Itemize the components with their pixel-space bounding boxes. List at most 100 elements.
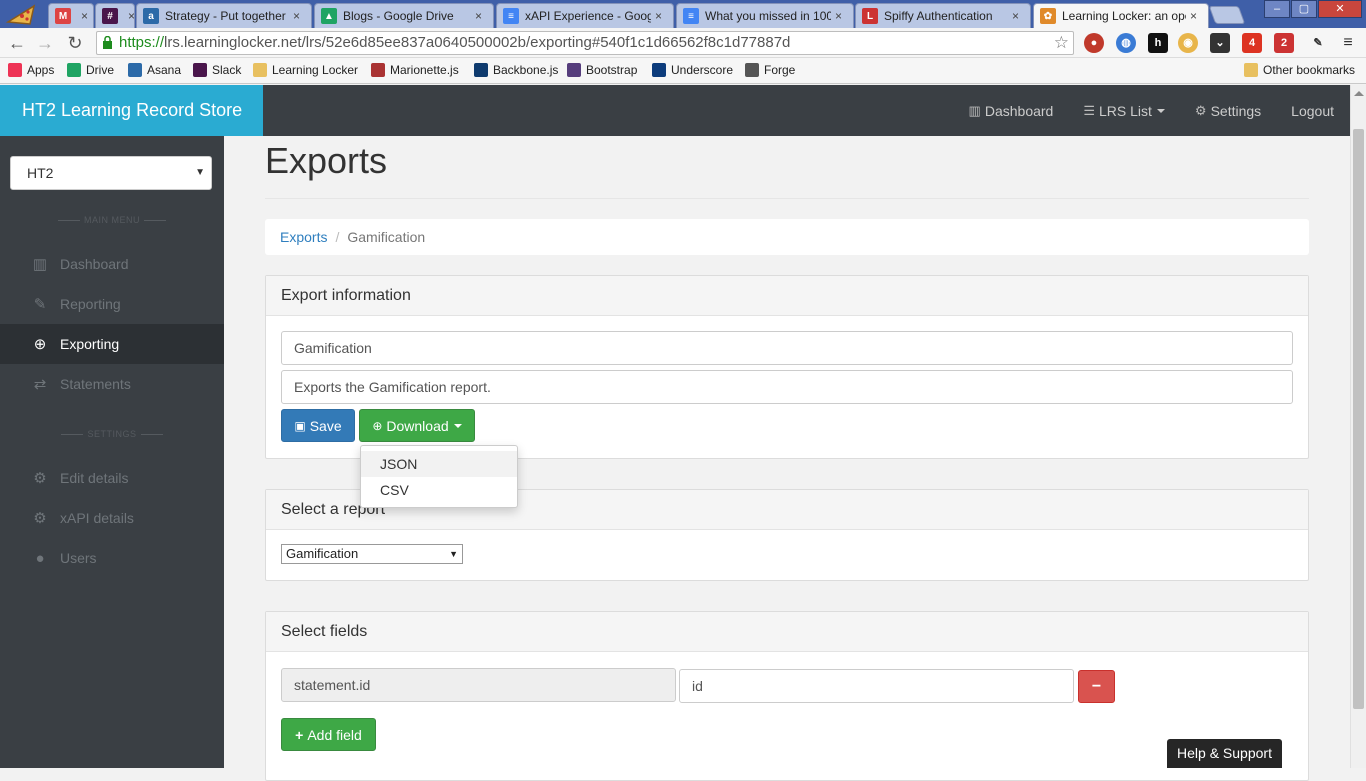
field-key-input[interactable]: statement.id xyxy=(281,668,676,702)
lrs-select[interactable]: HT2 ▼ xyxy=(10,156,212,190)
window-close-button[interactable]: ✕ xyxy=(1318,0,1362,18)
download-json-option[interactable]: JSON xyxy=(361,451,517,477)
bookmark-item[interactable]: Bootstrap xyxy=(567,63,637,77)
export-name-input[interactable]: Gamification xyxy=(281,331,1293,365)
nav-logout[interactable]: Logout xyxy=(1291,103,1334,119)
tab-close-icon[interactable]: × xyxy=(835,9,847,23)
bookmark-favicon-icon xyxy=(567,63,581,77)
tab-close-icon[interactable]: × xyxy=(81,9,93,23)
download-button[interactable]: ⊕ Download xyxy=(359,409,475,442)
bookmark-item[interactable]: Backbone.js xyxy=(474,63,558,77)
scrollbar-thumb[interactable] xyxy=(1353,129,1364,709)
field-alias-input[interactable]: id xyxy=(679,669,1074,703)
help-support-button[interactable]: Help & Support xyxy=(1167,739,1282,768)
pencil-icon: ✎ xyxy=(33,296,47,313)
other-bookmarks[interactable]: Other bookmarks xyxy=(1244,63,1355,77)
sidebar-item-edit-details[interactable]: ⚙ Edit details xyxy=(0,458,224,498)
bookmark-label: Marionette.js xyxy=(390,63,459,77)
bookmark-favicon-icon xyxy=(8,63,22,77)
sidebar-item-statements[interactable]: ⇄ Statements xyxy=(0,364,224,404)
browser-tab[interactable]: L Spiffy Authentication × xyxy=(855,3,1031,28)
browser-tab[interactable]: a Strategy - Put together × xyxy=(136,3,312,28)
bookmark-label: Asana xyxy=(147,63,182,77)
bookmark-item[interactable]: Forge xyxy=(745,63,795,77)
reload-icon[interactable]: ↻ xyxy=(64,32,86,54)
bookmark-item[interactable]: Learning Locker xyxy=(253,63,358,77)
tab-close-icon[interactable]: × xyxy=(128,9,134,23)
app: HT2 Learning Record Store ▥ Dashboard ☰ LR… xyxy=(0,85,1366,781)
bookmark-item[interactable]: Apps xyxy=(8,63,54,77)
new-tab-button[interactable] xyxy=(1208,6,1246,24)
globe-extension-icon[interactable]: ◍ xyxy=(1116,33,1136,53)
tab-close-icon[interactable]: × xyxy=(655,9,667,23)
todo-extension-icon[interactable]: 4 xyxy=(1242,33,1262,53)
sidebar: HT2 ▼ MAIN MENU ▥ Dashboard ✎ Reporting ⊕ E… xyxy=(0,136,224,768)
sidebar-item-xapi-details[interactable]: ⚙ xAPI details xyxy=(0,498,224,538)
minimize-button[interactable]: – xyxy=(1264,0,1290,18)
h-extension-icon[interactable]: h xyxy=(1148,33,1168,53)
download-csv-option[interactable]: CSV xyxy=(361,477,517,503)
browser-tab[interactable]: ≡ xAPI Experience - Googl × xyxy=(496,3,674,28)
browser-tab[interactable]: ≡ What you missed in 100 × xyxy=(676,3,854,28)
bookmark-item[interactable]: Drive xyxy=(67,63,114,77)
window-controls: – ▢ ✕ xyxy=(1263,0,1362,18)
tab-favicon-icon: # xyxy=(102,8,118,24)
brand-link[interactable]: HT2 Learning Record Store xyxy=(0,85,263,136)
save-button[interactable]: ▣ Save xyxy=(281,409,355,442)
scroll-up-icon[interactable] xyxy=(1354,91,1364,96)
nav-dashboard[interactable]: ▥ Dashboard xyxy=(969,103,1054,119)
tab-favicon-icon: ≡ xyxy=(503,8,519,24)
back-icon[interactable]: ← xyxy=(6,32,28,54)
plus-icon: + xyxy=(295,726,304,743)
browser-tab[interactable]: M × xyxy=(48,3,94,28)
report-select[interactable]: Gamification ▼ xyxy=(281,544,463,564)
remove-field-button[interactable]: − xyxy=(1078,670,1115,703)
bookmark-item[interactable]: Marionette.js xyxy=(371,63,459,77)
breadcrumb-separator: / xyxy=(335,229,340,245)
export-description-input[interactable]: Exports the Gamification report. xyxy=(281,370,1293,404)
floppy-icon: ▣ xyxy=(294,418,306,433)
tab-close-icon[interactable]: × xyxy=(1190,9,1202,23)
pizza-logo-icon xyxy=(5,4,36,25)
eyedropper-extension-icon[interactable]: ✎ xyxy=(1308,33,1328,53)
page-scrollbar[interactable] xyxy=(1350,85,1366,768)
address-bar[interactable]: https://lrs.learninglocker.net/lrs/52e6d… xyxy=(96,31,1074,55)
bookmark-favicon-icon xyxy=(745,63,759,77)
bookmark-favicon-icon xyxy=(193,63,207,77)
bookmark-item[interactable]: Slack xyxy=(193,63,241,77)
pocket-extension-icon[interactable]: ⌄ xyxy=(1210,33,1230,53)
puzzle-extension-icon[interactable]: 2 xyxy=(1274,33,1294,53)
sidebar-item-users[interactable]: ● Users xyxy=(0,538,224,578)
tab-close-icon[interactable]: × xyxy=(1012,9,1024,23)
sidebar-item-exporting[interactable]: ⊕ Exporting xyxy=(0,324,224,364)
sidebar-item-reporting[interactable]: ✎ Reporting xyxy=(0,284,224,324)
bookmark-favicon-icon xyxy=(253,63,267,77)
browser-tab[interactable]: ▲ Blogs - Google Drive × xyxy=(314,3,494,28)
nav-lrs-list[interactable]: ☰ LRS List xyxy=(1083,103,1165,119)
sidebar-item-dashboard[interactable]: ▥ Dashboard xyxy=(0,244,224,284)
add-field-button[interactable]: + Add field xyxy=(281,718,376,751)
tab-favicon-icon: L xyxy=(862,8,878,24)
bookmark-label: Slack xyxy=(212,63,242,77)
breadcrumb-exports-link[interactable]: Exports xyxy=(280,229,327,245)
tab-favicon-icon: ≡ xyxy=(683,8,699,24)
breadcrumb-current: Gamification xyxy=(347,229,426,245)
bookmark-item[interactable]: Asana xyxy=(128,63,181,77)
bookmark-label: Forge xyxy=(764,63,796,77)
tab-favicon-icon: a xyxy=(143,8,159,24)
tab-title: xAPI Experience - Googl xyxy=(525,9,651,23)
tab-close-icon[interactable]: × xyxy=(293,9,305,23)
browser-tab[interactable]: ✿ Learning Locker: an ope × xyxy=(1033,3,1209,28)
bookmark-item[interactable]: Underscore xyxy=(652,63,733,77)
bookmark-star-icon[interactable]: ☆ xyxy=(1054,32,1069,54)
browser-tab[interactable]: # × xyxy=(95,3,135,28)
forward-icon[interactable]: → xyxy=(34,32,56,54)
tab-close-icon[interactable]: × xyxy=(475,9,487,23)
folder-icon xyxy=(1244,63,1258,77)
gear-icon: ⚙ xyxy=(1194,102,1207,118)
maximize-button[interactable]: ▢ xyxy=(1291,0,1317,18)
menu-icon[interactable]: ≡ xyxy=(1338,33,1358,53)
adblock-extension-icon[interactable]: ● xyxy=(1084,33,1104,53)
cookie-extension-icon[interactable]: ◉ xyxy=(1178,33,1198,53)
nav-settings[interactable]: ⚙ Settings xyxy=(1195,103,1261,119)
